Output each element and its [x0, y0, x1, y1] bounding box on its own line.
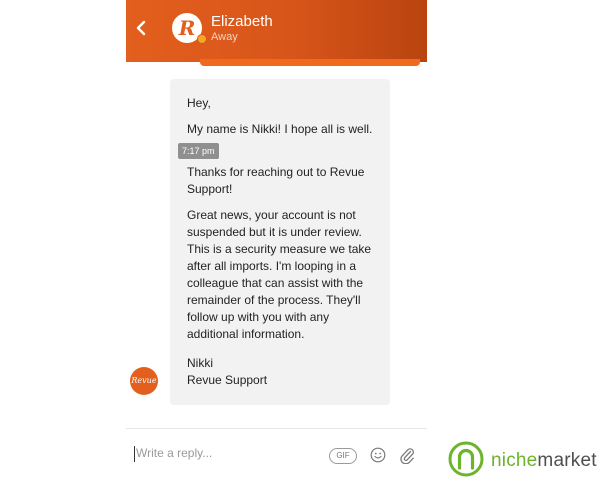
away-status-dot	[197, 34, 207, 44]
wordmark-niche: niche	[491, 450, 538, 471]
chat-window: R Elizabeth Away Hey, My name is Nikki! …	[126, 0, 427, 480]
message-timestamp: 7:17 pm	[178, 143, 219, 159]
message-intro: My name is Nikki! I hope all is well.	[187, 122, 373, 136]
nichemarket-logo-icon	[448, 441, 484, 477]
paperclip-icon	[400, 448, 414, 465]
message-greeting: Hey,	[187, 96, 211, 110]
back-button[interactable]	[130, 14, 154, 42]
nichemarket-watermark: nichemarket	[448, 440, 600, 480]
reply-composer: GIF	[126, 428, 427, 480]
gif-button[interactable]: GIF	[329, 448, 357, 464]
message-body: Great news, your account is not suspende…	[187, 208, 372, 341]
nichemarket-wordmark: nichemarket	[491, 450, 597, 472]
contact-name: Elizabeth	[211, 13, 273, 30]
message-bubble: Hey, My name is Nikki! I hope all is wel…	[170, 79, 390, 405]
contact-status: Away	[211, 31, 238, 43]
message-thanks: Thanks for reaching out to Revue Support…	[187, 165, 365, 196]
chevron-left-icon	[136, 20, 146, 36]
attach-button[interactable]	[399, 446, 415, 465]
sender-avatar[interactable]: Revue	[130, 367, 158, 395]
message-signature: Nikki Revue Support	[187, 356, 268, 387]
chat-header: R Elizabeth Away	[126, 0, 427, 62]
emoji-icon	[370, 447, 386, 463]
text-caret	[134, 446, 135, 462]
wordmark-market: market	[537, 450, 597, 471]
emoji-button[interactable]	[370, 447, 386, 463]
header-tab-strip	[200, 59, 420, 66]
reply-input[interactable]	[136, 443, 316, 463]
